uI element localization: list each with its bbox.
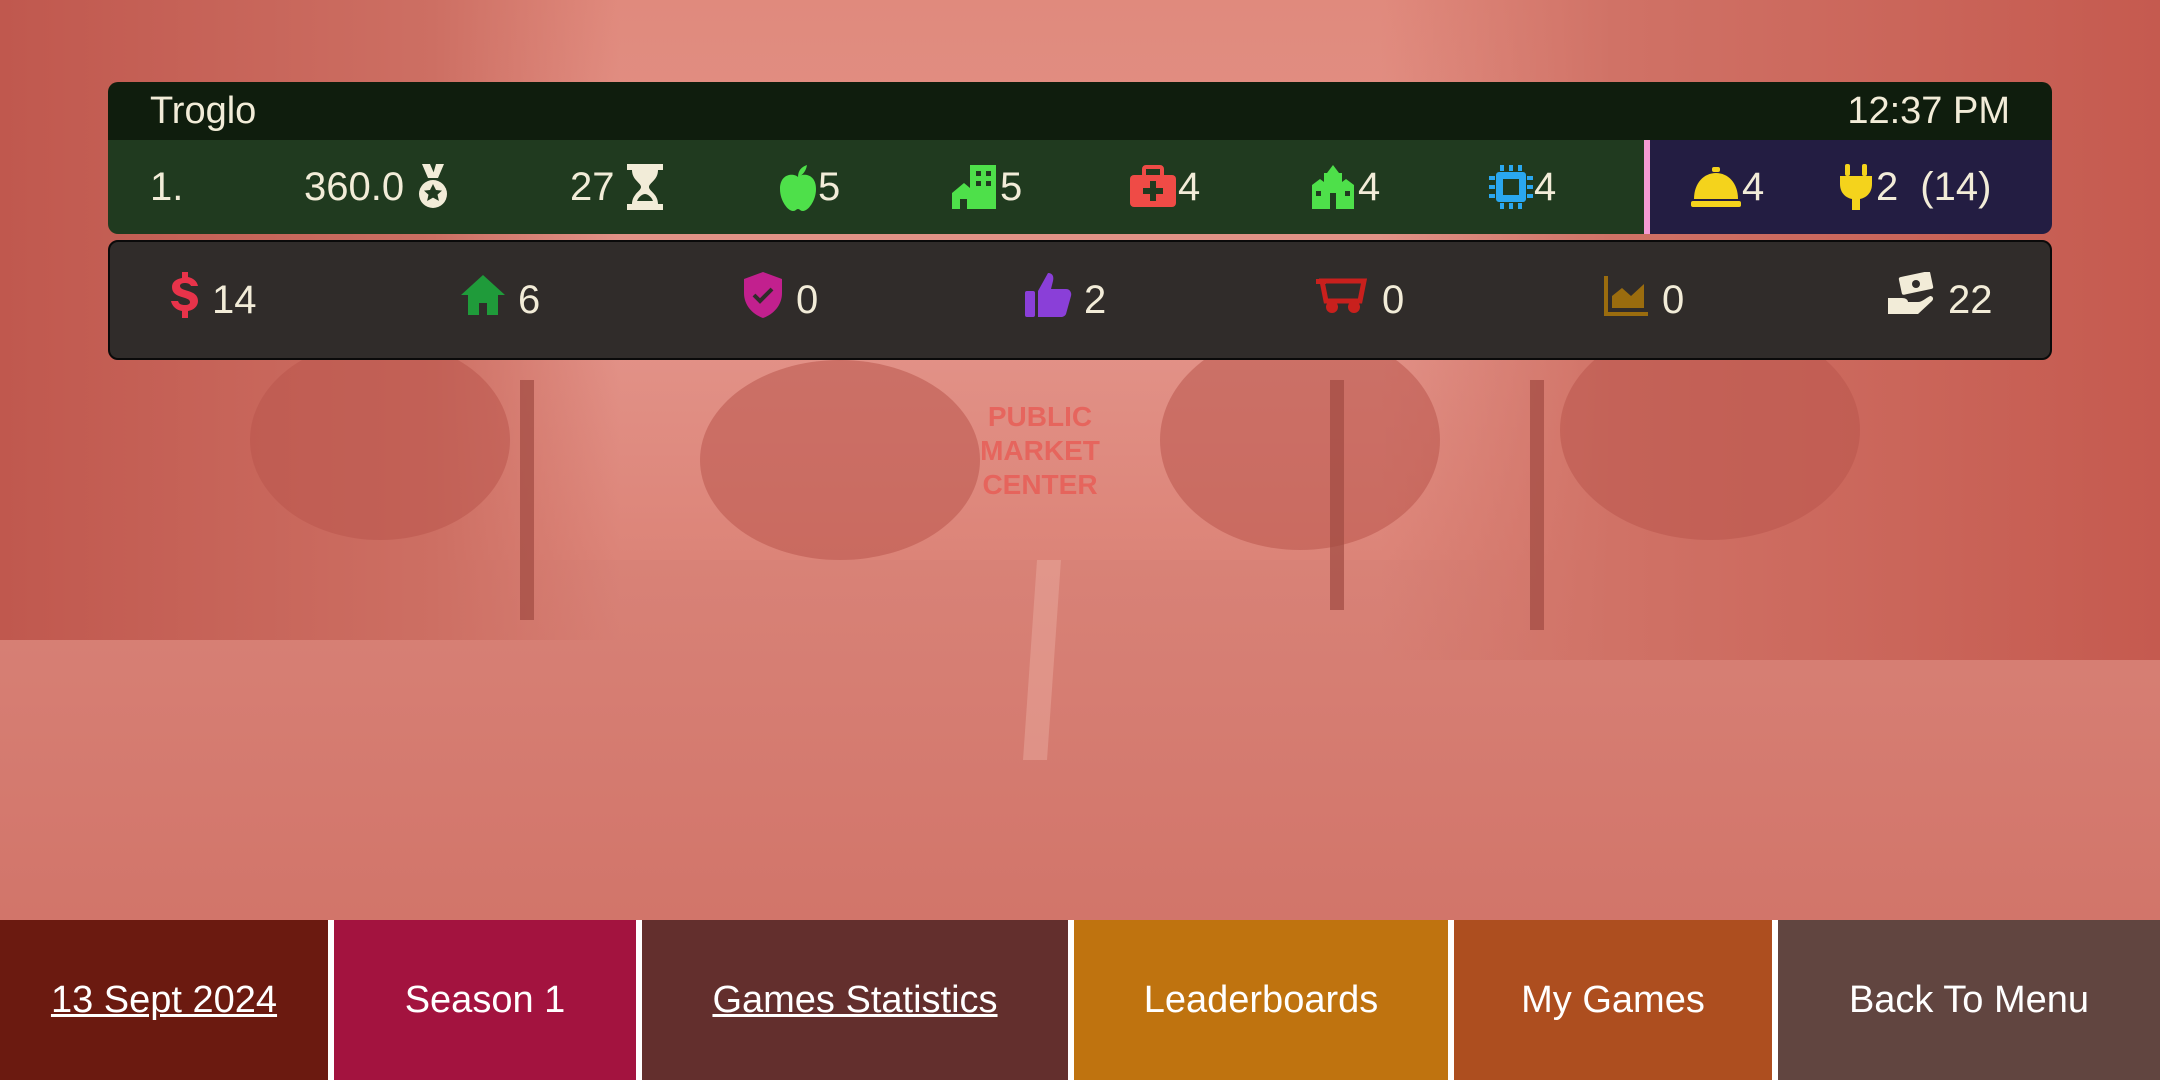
health-value: 4 (1178, 164, 1201, 209)
player-name: Troglo (150, 89, 257, 132)
income-resource: 22 (1886, 242, 1993, 358)
health-stat: 4 (1128, 140, 1200, 234)
income-value: 22 (1948, 277, 1993, 322)
stats-row: 1. 360.0 27 5 5 4 4 4 4 2 (14) (108, 140, 2052, 234)
protection-resource: 0 (742, 242, 818, 358)
score-stat: 360.0 (304, 140, 450, 234)
city-value: 4 (1358, 164, 1381, 209)
turns-value: 27 (570, 164, 615, 209)
tech-value: 4 (1534, 164, 1557, 209)
player-title-bar: Troglo 12:37 PM (108, 82, 2052, 140)
my-games-button[interactable]: My Games (1454, 920, 1772, 1080)
service-stat: 4 (1690, 140, 1764, 234)
power-total: (14) (1920, 164, 1992, 209)
housing-value: 5 (1000, 164, 1023, 209)
bottom-nav: 13 Sept 2024 Season 1 Games Statistics L… (0, 920, 2160, 1080)
back-to-menu-button[interactable]: Back To Menu (1778, 920, 2160, 1080)
wagon-icon (1316, 275, 1382, 325)
plug-icon (1836, 162, 1876, 212)
stats-alt-panel: 4 2 (14) (1650, 140, 2052, 234)
area-chart-icon (1604, 274, 1662, 326)
service-value: 4 (1742, 164, 1765, 209)
homes-value: 6 (518, 277, 541, 322)
shield-check-icon (742, 271, 796, 329)
city-stat: 4 (1308, 140, 1380, 234)
tech-stat: 4 (1488, 140, 1556, 234)
housing-stat: 5 (950, 140, 1022, 234)
score-value: 360.0 (304, 164, 405, 209)
stats-main-panel: 1. 360.0 27 5 5 4 4 4 (108, 140, 1644, 234)
resources-bar: 14 6 0 2 0 0 22 (108, 240, 2052, 360)
date-button[interactable]: 13 Sept 2024 (0, 920, 328, 1080)
dollar-icon (170, 271, 212, 329)
leaderboards-button[interactable]: Leaderboards (1074, 920, 1448, 1080)
approval-resource: 2 (1024, 242, 1106, 358)
homes-resource: 6 (460, 242, 540, 358)
thumbs-up-icon (1024, 271, 1084, 329)
money-resource: 14 (170, 242, 257, 358)
turns-stat: 27 (570, 140, 665, 234)
power-value: 2 (1876, 164, 1899, 209)
growth-resource: 0 (1604, 242, 1684, 358)
protection-value: 0 (796, 277, 819, 322)
city-hall-icon (1308, 163, 1358, 211)
transport-value: 0 (1382, 277, 1405, 322)
rank-stat: 1. (150, 140, 183, 234)
growth-value: 0 (1662, 277, 1685, 322)
food-value: 5 (818, 164, 841, 209)
service-bell-icon (1690, 165, 1742, 209)
food-stat: 5 (778, 140, 840, 234)
hourglass-icon (625, 163, 665, 211)
rank-value: 1. (150, 164, 184, 209)
medical-kit-icon (1128, 165, 1178, 209)
chip-icon (1488, 164, 1534, 210)
house-icon (460, 273, 518, 327)
buildings-icon (950, 163, 1000, 211)
power-stat: 2 (14) (1836, 140, 1991, 234)
season-button[interactable]: Season 1 (334, 920, 636, 1080)
approval-value: 2 (1084, 277, 1107, 322)
hand-money-icon (1886, 271, 1948, 328)
transport-resource: 0 (1316, 242, 1404, 358)
apple-icon (778, 163, 818, 211)
money-value: 14 (212, 277, 257, 322)
games-statistics-button[interactable]: Games Statistics (642, 920, 1068, 1080)
medal-icon (416, 162, 450, 212)
clock-time: 12:37 PM (1847, 89, 2010, 132)
